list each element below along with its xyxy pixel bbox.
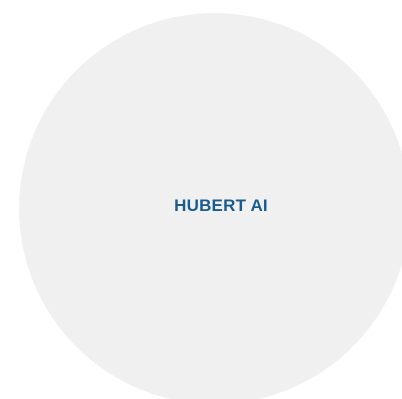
logo-canvas: HUBERT AI	[0, 0, 402, 399]
logo-text: HUBERT AI	[174, 196, 268, 215]
